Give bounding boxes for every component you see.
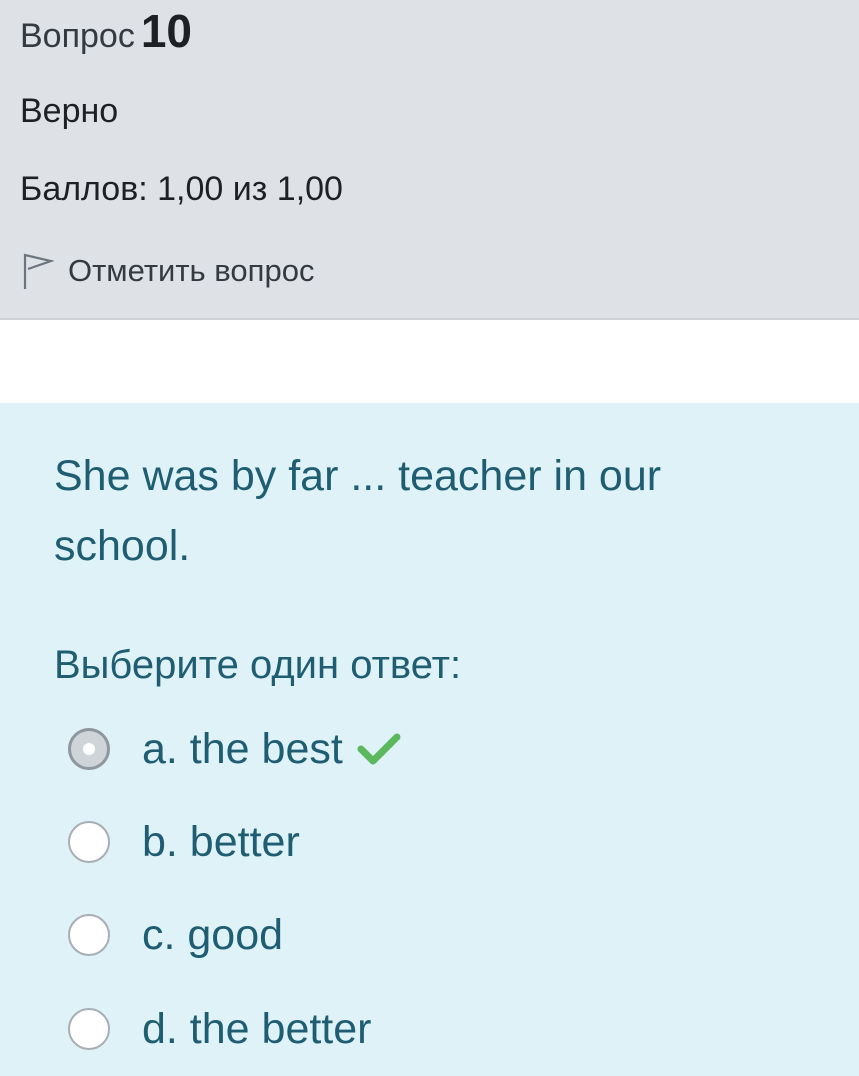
question-state: Верно [20,92,119,130]
flag-question-link[interactable]: Отметить вопрос [20,250,314,292]
answer-label-d: d. the better [142,1004,372,1053]
answer-label-b: b. better [142,817,300,866]
radio-button-c[interactable] [68,914,110,956]
question-grade: Баллов: 1,00 из 1,00 [20,170,343,208]
question-number: 10 [140,5,192,57]
question-info-panel: Вопрос 10 Верно Баллов: 1,00 из 1,00 Отме… [0,0,859,320]
question-text: She was by far ... teacher in our school… [54,452,662,570]
answer-option-d[interactable]: d. the better [68,1001,372,1057]
answer-option-a[interactable]: a. the best [68,721,401,777]
question-header: Вопрос 10 [20,4,192,58]
radio-button-b[interactable] [68,821,110,863]
answer-option-c[interactable]: c. good [68,907,283,963]
flag-icon [20,252,55,290]
answer-option-b[interactable]: b. better [68,814,300,870]
question-content: She was by far ... teacher in our school… [0,403,859,1076]
check-icon [357,731,401,767]
radio-button-a[interactable] [68,728,110,770]
question-label: Вопрос [20,17,135,55]
answer-prompt: Выберите один ответ: [54,643,462,687]
radio-button-d[interactable] [68,1008,110,1050]
flag-question-label: Отметить вопрос [68,253,315,288]
answer-label-a: a. the best [142,724,343,773]
answer-label-c: c. good [142,910,284,959]
